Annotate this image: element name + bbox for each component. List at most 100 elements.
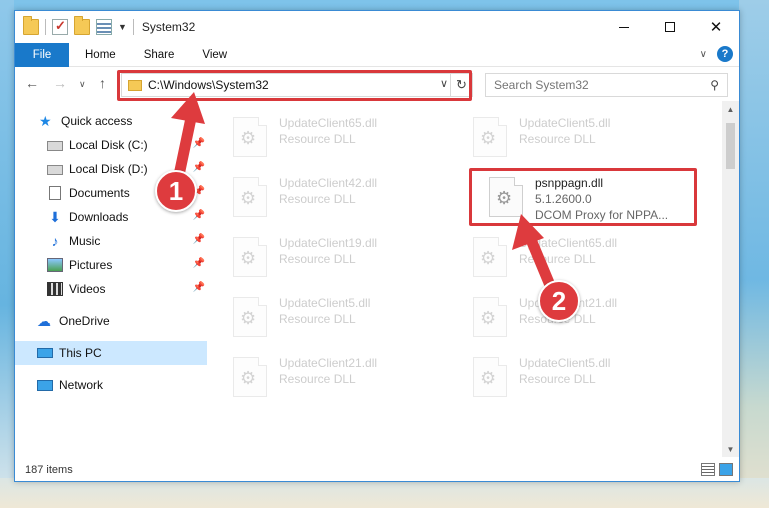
dll-file-icon — [473, 117, 507, 157]
dll-file-icon — [473, 357, 507, 397]
quick-access-toolbar: ▼ — [15, 11, 134, 43]
sidebar-item-label: Documents — [69, 186, 130, 200]
item-count: 187 items — [25, 464, 73, 476]
file-name: UpdateClient5.dll — [519, 116, 611, 130]
file-name: UpdateClient19.dll — [279, 236, 378, 250]
sidebar-item-label: Music — [69, 234, 101, 248]
view-buttons — [701, 463, 733, 476]
desktop-background-right — [739, 0, 769, 508]
window-controls: ✕ — [601, 11, 739, 43]
status-bar: 187 items — [15, 459, 739, 481]
dll-file-icon — [473, 297, 507, 337]
drive-icon — [47, 141, 63, 151]
network-icon — [37, 379, 53, 391]
desktop-background-left — [0, 0, 14, 508]
onedrive-icon: ☁ — [37, 313, 51, 329]
pin-icon[interactable]: 📌 — [193, 258, 205, 269]
pin-icon[interactable]: 📌 — [193, 138, 205, 149]
sidebar-item-onedrive[interactable]: ☁ OneDrive — [15, 309, 207, 333]
sidebar-item-pictures[interactable]: Pictures 📌 — [15, 253, 207, 277]
pin-icon[interactable]: 📌 — [193, 210, 205, 221]
forward-arrow-icon[interactable]: → — [53, 75, 67, 91]
scrollbar-thumb[interactable] — [726, 123, 735, 169]
dll-file-icon — [233, 237, 267, 277]
sidebar-item-local-disk-c[interactable]: Local Disk (C:) 📌 — [15, 133, 207, 157]
dll-file-icon — [233, 177, 267, 217]
vertical-scrollbar[interactable]: ▲ ▼ — [722, 101, 739, 457]
close-button[interactable]: ✕ — [693, 11, 739, 43]
list-item[interactable]: UpdateClient42.dll Resource DLL — [221, 173, 441, 225]
list-item[interactable]: UpdateClient19.dll Resource DLL — [221, 233, 441, 285]
properties-icon[interactable] — [96, 19, 112, 35]
list-item[interactable]: UpdateClient5.dll Resource DLL — [461, 113, 681, 165]
step-badge-2: 2 — [538, 280, 580, 322]
sidebar-item-label: Local Disk (D:) — [69, 162, 148, 176]
list-item[interactable]: UpdateClient65.dll Resource DLL — [461, 233, 681, 285]
file-name: UpdateClient5.dll — [519, 356, 611, 370]
pin-icon[interactable]: 📌 — [193, 282, 205, 293]
window-title: System32 — [141, 20, 196, 34]
sidebar-item-label: Local Disk (C:) — [69, 138, 148, 152]
file-name: UpdateClient5.dll — [279, 296, 371, 310]
file-name: UpdateClient65.dll — [519, 236, 618, 250]
expand-ribbon-chevron-icon[interactable]: ∨ — [700, 49, 707, 60]
navigation-pane: ★ Quick access Local Disk (C:) 📌 Local D… — [15, 109, 207, 449]
pictures-icon — [47, 258, 63, 272]
new-folder-icon[interactable] — [74, 16, 90, 35]
tab-file[interactable]: File — [15, 42, 69, 67]
minimize-icon — [619, 26, 629, 28]
sidebar-item-label: OneDrive — [59, 314, 110, 328]
close-icon: ✕ — [709, 19, 723, 36]
up-arrow-icon[interactable]: ↑ — [99, 75, 106, 91]
scroll-up-icon[interactable]: ▲ — [722, 101, 739, 117]
file-description: Resource DLL — [279, 132, 356, 146]
downloads-icon: ⬇ — [49, 209, 61, 225]
search-box[interactable]: ⚲ — [485, 73, 728, 97]
computer-icon — [37, 348, 53, 358]
file-description: Resource DLL — [279, 252, 356, 266]
help-icon[interactable]: ? — [717, 46, 733, 62]
maximize-button[interactable] — [647, 11, 693, 43]
music-icon: ♪ — [51, 233, 59, 249]
customize-toolbar-dropdown-icon[interactable]: ▼ — [118, 22, 127, 32]
folder-icon[interactable] — [23, 16, 39, 35]
tab-home[interactable]: Home — [71, 43, 130, 67]
large-icons-view-icon[interactable] — [719, 463, 733, 476]
sidebar-item-label: Quick access — [61, 114, 133, 128]
list-item[interactable]: UpdateClient5.dll Resource DLL — [461, 353, 681, 405]
properties-check-icon[interactable] — [52, 18, 68, 35]
list-item[interactable]: UpdateClient5.dll Resource DLL — [221, 293, 441, 345]
dll-file-icon — [233, 117, 267, 157]
minimize-button[interactable] — [601, 11, 647, 43]
list-item[interactable]: UpdateClient65.dll Resource DLL — [221, 113, 441, 165]
file-description: Resource DLL — [279, 312, 356, 326]
title-bar: ▼ System32 ✕ — [15, 11, 739, 43]
back-arrow-icon[interactable]: ← — [25, 75, 39, 91]
scroll-down-icon[interactable]: ▼ — [722, 441, 739, 457]
pin-icon[interactable]: 📌 — [193, 162, 205, 173]
tab-view[interactable]: View — [188, 43, 241, 67]
file-description: Resource DLL — [279, 372, 356, 386]
tab-share[interactable]: Share — [130, 43, 189, 67]
sidebar-item-quick-access[interactable]: ★ Quick access — [15, 109, 207, 133]
file-description: Resource DLL — [519, 132, 596, 146]
file-name: UpdateClient42.dll — [279, 176, 378, 190]
sidebar-item-music[interactable]: ♪ Music 📌 — [15, 229, 207, 253]
sidebar-item-network[interactable]: Network — [15, 373, 207, 397]
dll-file-icon — [473, 237, 507, 277]
sidebar-item-label: This PC — [59, 346, 102, 360]
list-item[interactable]: UpdateClient21.dll Resource DLL — [221, 353, 441, 405]
drive-icon — [47, 165, 63, 175]
pin-icon[interactable]: 📌 — [193, 234, 205, 245]
recent-locations-chevron-icon[interactable]: ∨ — [79, 79, 86, 90]
search-icon[interactable]: ⚲ — [710, 78, 719, 92]
sidebar-item-videos[interactable]: Videos 📌 — [15, 277, 207, 301]
sidebar-item-this-pc[interactable]: This PC — [15, 341, 207, 365]
sidebar-item-label: Network — [59, 378, 104, 392]
videos-icon — [47, 282, 63, 296]
sidebar-item-label: Downloads — [69, 210, 129, 224]
search-input[interactable] — [494, 78, 694, 92]
file-name: UpdateClient65.dll — [279, 116, 378, 130]
details-view-icon[interactable] — [701, 463, 715, 476]
file-name: UpdateClient21.dll — [279, 356, 378, 370]
